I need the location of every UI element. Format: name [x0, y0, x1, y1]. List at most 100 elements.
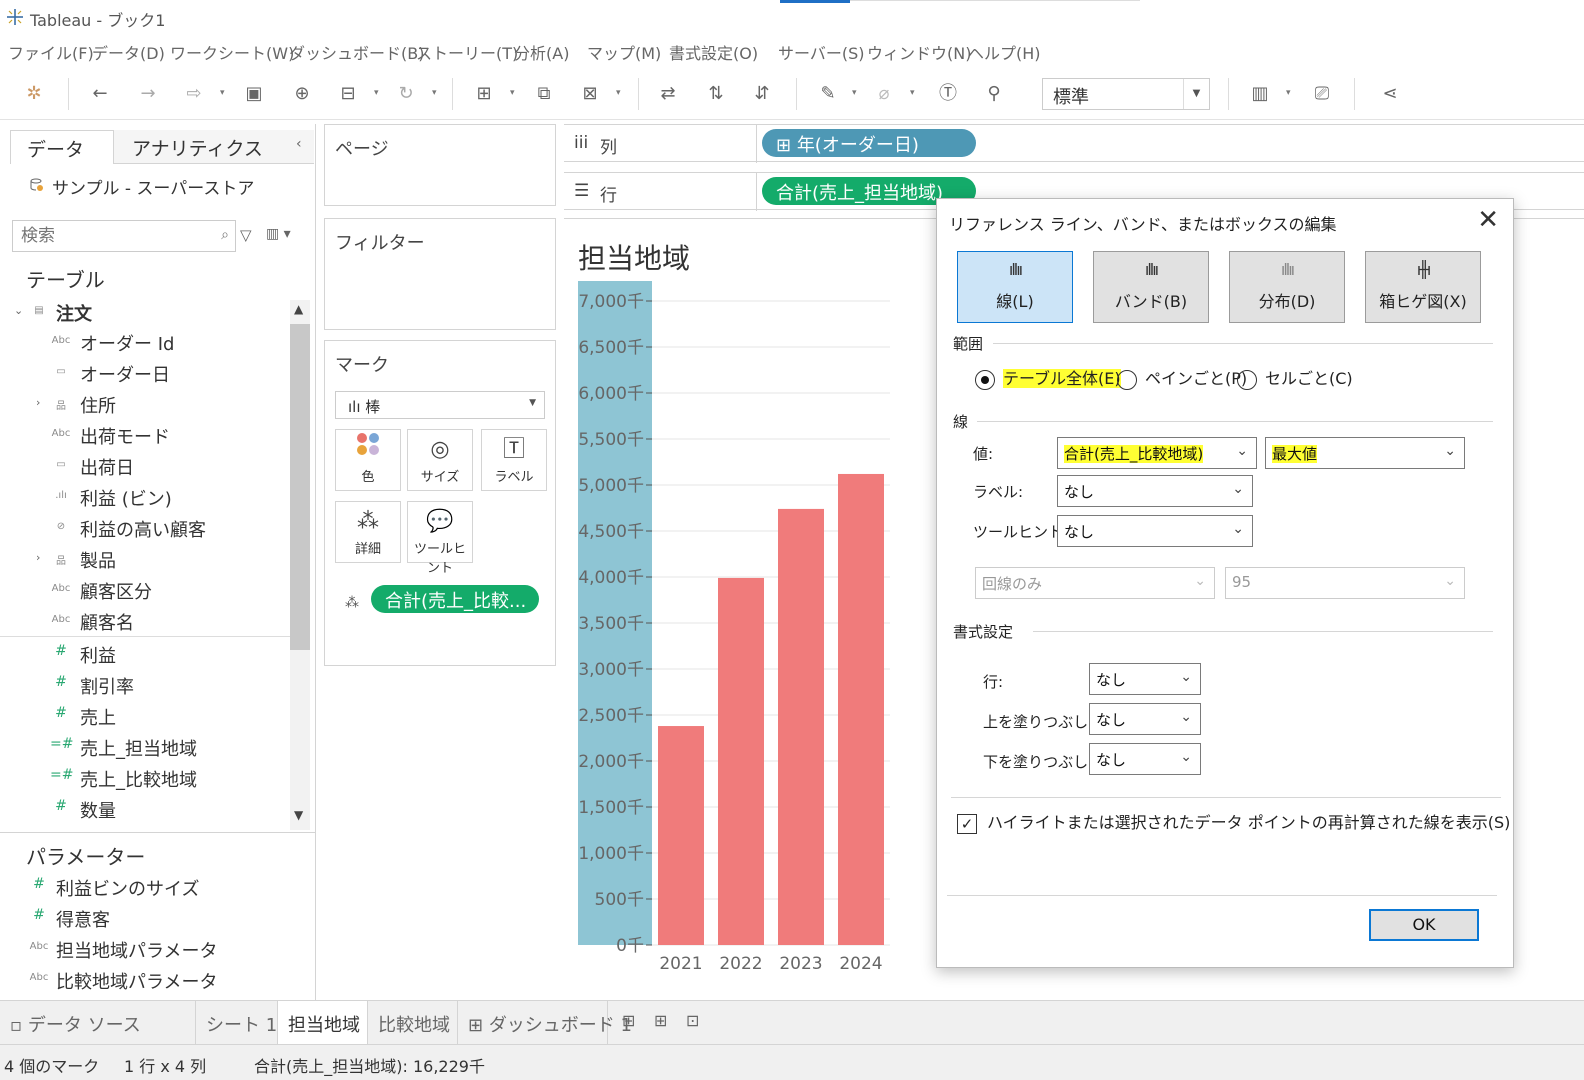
list-item[interactable]: ⊘ 利益の高い顧客: [0, 514, 290, 544]
fill-below-select[interactable]: なし ⌄: [1089, 743, 1201, 775]
list-item[interactable]: # 得意客: [33, 906, 110, 932]
list-item[interactable]: › 品 住所: [0, 390, 290, 420]
fill-above-select[interactable]: なし ⌄: [1089, 703, 1201, 735]
tab-datasource[interactable]: ▫ データ ソース: [0, 1001, 196, 1045]
filters-card[interactable]: フィルター: [324, 218, 556, 330]
label-select[interactable]: なし ⌄: [1057, 475, 1253, 507]
chevron-down-icon[interactable]: ▾: [510, 88, 515, 98]
recalc-checkbox[interactable]: ✓ ハイライトまたは選択されたデータ ポイントの再計算された線を表示(S): [957, 809, 1510, 834]
menu-dashboard[interactable]: ダッシュボード(B): [289, 40, 424, 64]
tab-distribution[interactable]: ıllıı 分布(D): [1229, 251, 1345, 323]
table-item[interactable]: ⌄ ▤ 注文: [0, 298, 290, 328]
duplicate-sheet-icon[interactable]: ⧉: [532, 82, 556, 106]
row-style-select[interactable]: なし ⌄: [1089, 663, 1201, 695]
chevron-right-icon[interactable]: ›: [36, 551, 40, 564]
list-item[interactable]: =# 売上_担当地域: [0, 733, 290, 763]
highlight-icon[interactable]: ✎: [816, 82, 840, 106]
fix-axes-icon[interactable]: ⚲: [982, 82, 1006, 106]
list-item[interactable]: Abc 担当地域パラメータ: [30, 937, 218, 963]
replay-icon[interactable]: ⇨: [182, 82, 206, 106]
menu-server[interactable]: サーバー(S): [778, 40, 864, 64]
new-worksheet-icon[interactable]: ⊞: [622, 1011, 635, 1030]
field-scrollbar[interactable]: ▲ ▼: [290, 300, 310, 830]
chevron-down-icon[interactable]: ▾: [432, 88, 437, 98]
marks-field-pill[interactable]: 合計(売上_比較...: [371, 585, 539, 613]
detail-button[interactable]: ⁂ 詳細: [335, 501, 401, 563]
new-datasource-icon[interactable]: ⊕: [290, 82, 314, 106]
list-item[interactable]: Abc 出荷モード: [0, 421, 290, 451]
menu-file[interactable]: ファイル(F): [8, 40, 94, 64]
new-dashboard-icon[interactable]: ⊞: [654, 1011, 667, 1030]
list-item[interactable]: .ılı 利益 (ビン): [0, 483, 290, 513]
label-button[interactable]: 🅃 ラベル: [481, 429, 547, 491]
menu-window[interactable]: ウィンドウ(N): [867, 40, 971, 64]
chevron-down-icon[interactable]: ⌄: [14, 304, 23, 317]
presentation-mode-icon[interactable]: ⎚: [1310, 82, 1334, 106]
filter-icon[interactable]: ▽: [240, 226, 252, 244]
scope-pane-radio[interactable]: ペインごと(P): [1117, 365, 1247, 390]
chevron-up-icon[interactable]: ▲: [294, 302, 303, 316]
save-icon[interactable]: ▣: [242, 82, 266, 106]
list-item[interactable]: Abc 顧客区分: [0, 576, 290, 606]
list-item[interactable]: # 利益: [0, 640, 290, 670]
bar[interactable]: [718, 577, 764, 945]
view-options-icon[interactable]: ▥ ▾: [266, 226, 291, 242]
scope-cell-radio[interactable]: セルごと(C): [1237, 365, 1353, 390]
list-item[interactable]: =# 売上_比較地域: [0, 764, 290, 794]
refresh-icon[interactable]: ↻: [394, 82, 418, 106]
list-item[interactable]: ▭ オーダー日: [0, 359, 290, 389]
show-labels-icon[interactable]: Ⓣ: [936, 82, 960, 106]
bar[interactable]: [778, 508, 824, 945]
scroll-thumb[interactable]: [290, 324, 310, 650]
tooltip-select[interactable]: なし ⌄: [1057, 515, 1253, 547]
list-item[interactable]: Abc オーダー Id: [0, 328, 290, 358]
show-cards-icon[interactable]: ▥: [1248, 82, 1272, 106]
search-input[interactable]: [13, 221, 203, 251]
tab-line[interactable]: ıllıı 線(L): [957, 251, 1073, 323]
list-item[interactable]: Abc 比較地域パラメータ: [30, 968, 218, 994]
size-button[interactable]: ◎ サイズ: [407, 429, 473, 491]
scope-table-radio[interactable]: テーブル全体(E): [975, 365, 1121, 390]
tab-data[interactable]: データ: [10, 130, 114, 164]
value-field-select[interactable]: 合計(売上_比較地域) ⌄: [1057, 437, 1257, 469]
list-item[interactable]: › 品 製品: [0, 545, 290, 575]
search-icon[interactable]: ⌕: [221, 227, 229, 243]
pause-updates-icon[interactable]: ⊟: [336, 82, 360, 106]
new-story-icon[interactable]: ⊡: [686, 1011, 699, 1030]
menu-format[interactable]: 書式設定(O): [669, 40, 758, 64]
pages-card[interactable]: ページ: [324, 124, 556, 206]
menu-story[interactable]: ストーリー(T): [416, 40, 518, 64]
tooltip-button[interactable]: 💬 ツールヒント: [407, 501, 473, 576]
list-item[interactable]: Abc 顧客名: [0, 607, 290, 637]
chevron-down-icon[interactable]: ▼: [294, 808, 303, 822]
tab-analytics[interactable]: アナリティクス: [114, 130, 314, 164]
tab-boxplot[interactable]: ı╫ı 箱ヒゲ図(X): [1365, 251, 1481, 323]
share-icon[interactable]: ⋖: [1378, 82, 1402, 106]
sort-ascending-icon[interactable]: ⇅: [704, 82, 728, 106]
bar[interactable]: [658, 726, 704, 945]
chevron-down-icon[interactable]: ▾: [220, 88, 225, 98]
fit-select[interactable]: 標準 ▼: [1042, 78, 1210, 110]
list-item[interactable]: # 利益ビンのサイズ: [33, 875, 199, 901]
chevron-down-icon[interactable]: ▾: [910, 88, 915, 98]
chevron-right-icon[interactable]: ›: [36, 396, 40, 409]
list-item[interactable]: # 売上: [0, 702, 290, 732]
tableau-home-icon[interactable]: ✲: [22, 82, 46, 106]
tab-tanto-chiiki[interactable]: 担当地域: [278, 1001, 368, 1045]
menu-help[interactable]: ヘルプ(H): [968, 40, 1041, 64]
redo-icon[interactable]: →: [136, 82, 160, 106]
menu-worksheet[interactable]: ワークシート(W): [170, 40, 294, 64]
chevron-down-icon[interactable]: ▾: [374, 88, 379, 98]
list-item[interactable]: # 数量: [0, 795, 290, 825]
columns-pill[interactable]: ⊞ 年(オーダー日): [762, 129, 976, 157]
bar[interactable]: [838, 473, 884, 945]
list-item[interactable]: ▭ 出荷日: [0, 452, 290, 482]
tab-dashboard1[interactable]: ⊞ ダッシュボード 1: [458, 1001, 632, 1045]
mark-type-select[interactable]: ılı 棒 ▼: [335, 391, 545, 419]
sort-descending-icon[interactable]: ⇵: [750, 82, 774, 106]
tab-band[interactable]: ıllıı バンド(B): [1093, 251, 1209, 323]
swap-rows-columns-icon[interactable]: ⇄: [656, 82, 680, 106]
list-item[interactable]: # 割引率: [0, 671, 290, 701]
menu-map[interactable]: マップ(M): [587, 40, 661, 64]
clear-sheet-icon[interactable]: ⊠: [578, 82, 602, 106]
